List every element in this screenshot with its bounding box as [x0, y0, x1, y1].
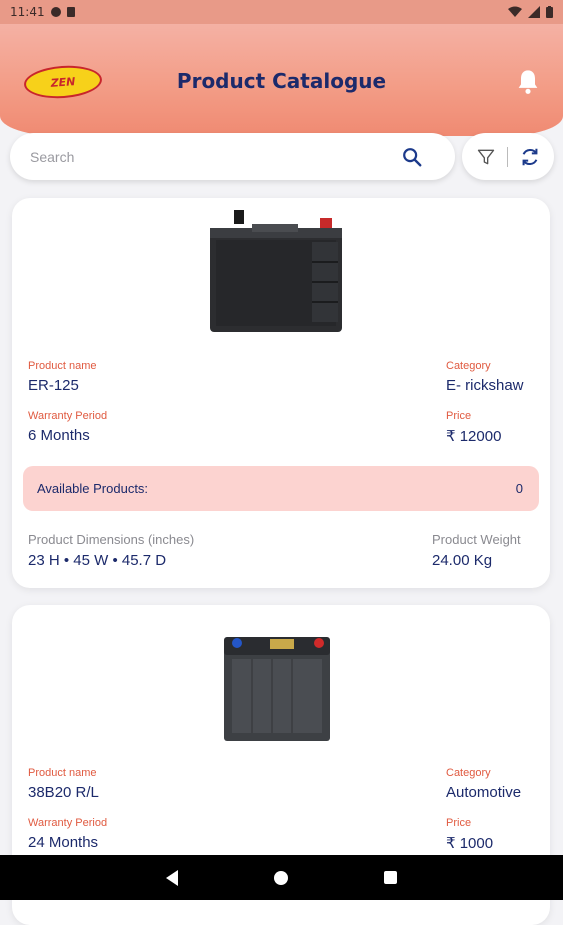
divider: [507, 146, 509, 167]
category-value: E- rickshaw: [446, 377, 524, 394]
battery-icon: [546, 6, 553, 18]
back-icon[interactable]: [166, 869, 178, 886]
price-value: ₹ 12000: [446, 428, 502, 445]
weight-label: Product Weight: [432, 532, 521, 547]
product-name-label: Product name: [28, 767, 97, 779]
category-value: Automotive: [446, 784, 522, 801]
filter-button[interactable]: [475, 146, 497, 168]
available-products-label: Available Products:: [37, 481, 149, 496]
sim-icon: [66, 7, 75, 17]
available-products-bar: Available Products: 0: [23, 466, 539, 511]
dimensions-value: 23 H • 45 W • 45.7 D: [28, 552, 167, 569]
warranty-label: Warranty Period: [28, 817, 108, 829]
category-label: Category: [446, 360, 491, 372]
category-label: Category: [446, 767, 491, 779]
weight-value: 24.00 Kg: [432, 552, 493, 569]
product-card[interactable]: Product name ER-125 Category E- rickshaw…: [12, 198, 550, 588]
product-name-value: ER-125: [28, 377, 79, 394]
signal-icon: [528, 6, 540, 18]
refresh-button[interactable]: [519, 146, 541, 168]
status-bar: 11:41: [0, 0, 563, 24]
price-label: Price: [446, 410, 472, 422]
product-name-value: 38B20 R/L: [28, 784, 99, 801]
status-time: 11:41: [10, 5, 45, 19]
search-input[interactable]: [28, 147, 401, 166]
refresh-icon: [522, 148, 538, 165]
price-value: ₹ 1000: [446, 835, 494, 852]
home-icon[interactable]: [274, 870, 288, 885]
dimensions-label: Product Dimensions (inches): [28, 532, 195, 547]
price-label: Price: [446, 817, 472, 829]
filter-refresh-group: [462, 133, 554, 180]
filter-icon: [477, 149, 495, 164]
page-title: Product Catalogue: [176, 69, 387, 93]
warranty-value: 24 Months: [28, 834, 99, 851]
recent-apps-icon[interactable]: [384, 871, 397, 884]
search-icon[interactable]: [401, 146, 423, 168]
battery-product-image: [224, 637, 330, 741]
notification-dot-icon: [50, 7, 61, 17]
notification-bell-icon[interactable]: [514, 68, 542, 96]
available-products-count: 0: [515, 481, 523, 496]
warranty-value: 6 Months: [28, 427, 90, 444]
product-name-label: Product name: [28, 360, 97, 372]
system-nav-bar: [0, 855, 563, 900]
battery-product-image: [210, 210, 342, 332]
warranty-label: Warranty Period: [28, 410, 108, 422]
search-bar: [10, 133, 455, 180]
wifi-icon: [508, 6, 522, 17]
